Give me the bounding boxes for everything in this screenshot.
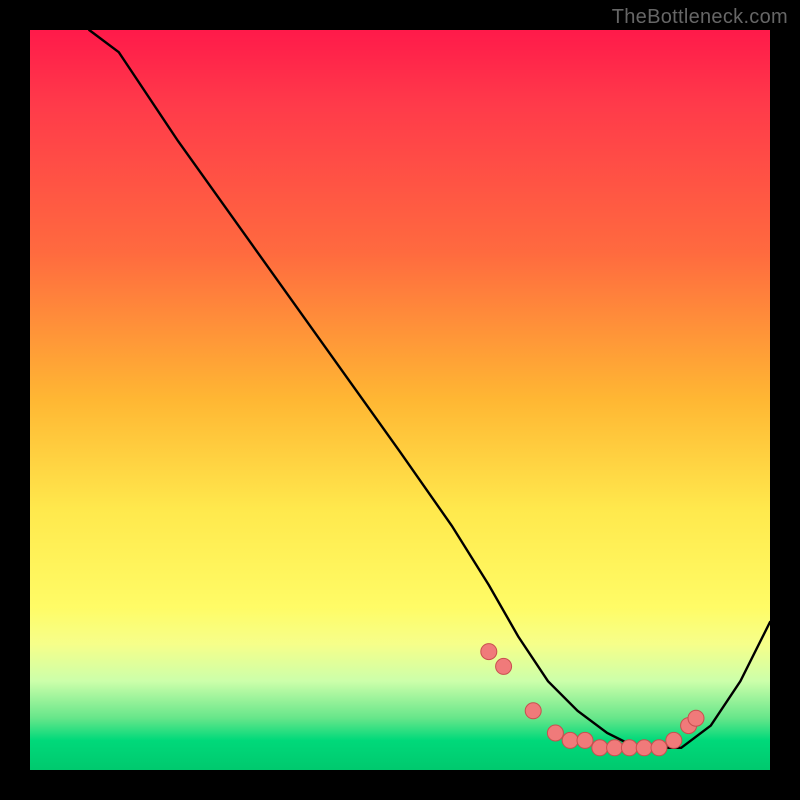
marker-dot — [636, 740, 652, 756]
marker-dot — [592, 740, 608, 756]
plot-area — [30, 30, 770, 770]
chart-frame: TheBottleneck.com — [0, 0, 800, 800]
marker-group — [481, 644, 704, 756]
marker-dot — [651, 740, 667, 756]
marker-dot — [562, 732, 578, 748]
marker-dot — [481, 644, 497, 660]
watermark-text: TheBottleneck.com — [612, 6, 788, 29]
marker-dot — [688, 710, 704, 726]
marker-dot — [577, 732, 593, 748]
marker-dot — [666, 732, 682, 748]
marker-dot — [607, 740, 623, 756]
marker-dot — [496, 658, 512, 674]
curve-svg — [30, 30, 770, 770]
bottleneck-curve — [89, 30, 770, 748]
marker-dot — [621, 740, 637, 756]
marker-dot — [525, 703, 541, 719]
marker-dot — [547, 725, 563, 741]
